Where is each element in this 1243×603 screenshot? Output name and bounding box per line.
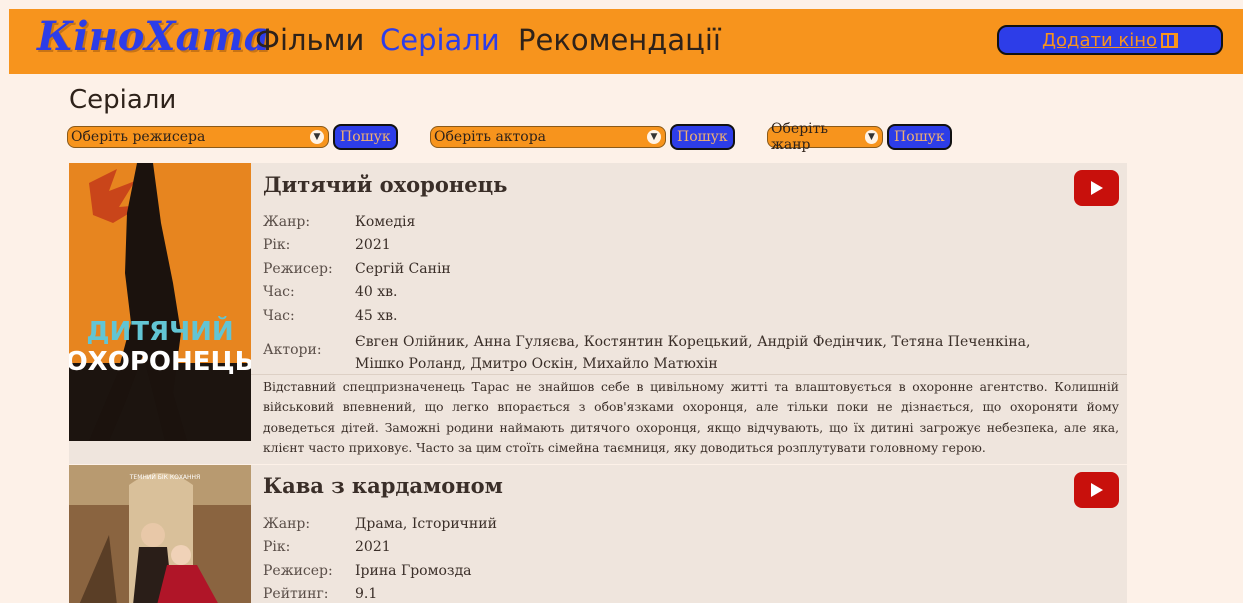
series-title[interactable]: Кава з кардамоном [263, 473, 503, 498]
chevron-down-icon: ▼ [310, 130, 324, 144]
chevron-down-icon: ▼ [864, 130, 878, 144]
director-filter: Оберіть режисера ▼ Пошук [67, 124, 398, 150]
genre-select-value: Оберіть жанр [771, 121, 828, 153]
series-poster[interactable]: ТЕМНИЙ БІК КОХАННЯ [69, 465, 251, 603]
genre-filter: Оберіть жанр ▼ Пошук [767, 121, 952, 153]
actor-filter: Оберіть актора ▼ Пошук [430, 124, 735, 150]
poster-title-line-1: ДИТЯЧИЙ [86, 315, 233, 347]
field-genre: Жанр: Комедія [263, 214, 416, 230]
poster-title-line-2: ОХОРОНЕЦЬ [69, 347, 251, 377]
youtube-play-icon[interactable] [1074, 472, 1119, 508]
site-logo[interactable]: КіноХата [37, 13, 270, 60]
series-card: ТЕМНИЙ БІК КОХАННЯ Кава з кардамоном Жан… [69, 465, 1127, 603]
chevron-down-icon: ▼ [647, 130, 661, 144]
field-genre: Жанр: Драма, Історичний [263, 516, 497, 532]
director-select[interactable]: Оберіть режисера ▼ [67, 126, 329, 148]
divider [251, 374, 1127, 375]
genre-search-button[interactable]: Пошук [887, 124, 952, 150]
field-year: Рік: 2021 [263, 539, 391, 555]
director-search-button[interactable]: Пошук [333, 124, 398, 150]
field-director: Режисер: Сергій Санін [263, 261, 451, 277]
genre-select[interactable]: Оберіть жанр ▼ [767, 121, 883, 153]
add-movie-label: Додати кіно [1041, 29, 1158, 51]
nav-films[interactable]: Фільми [255, 23, 364, 57]
top-navbar: КіноХата Фільми Серіали Рекомендації Дод… [9, 9, 1243, 74]
film-icon [1161, 32, 1179, 48]
field-director: Режисер: Ірина Громозда [263, 563, 472, 579]
field-duration: Час: 45 хв. [263, 308, 398, 324]
add-movie-button[interactable]: Додати кіно [997, 25, 1223, 55]
series-poster[interactable]: ДИТЯЧИЙ ОХОРОНЕЦЬ [69, 163, 251, 441]
nav-recommendations[interactable]: Рекомендації [518, 23, 721, 57]
field-rating: Рейтинг: 9.1 [263, 586, 378, 602]
series-title[interactable]: Дитячий охоронець [263, 172, 507, 197]
nav-series[interactable]: Серіали [380, 23, 500, 57]
actor-select-value: Оберіть актора [434, 129, 547, 145]
page-title: Серіали [69, 85, 177, 115]
poster-tagline: ТЕМНИЙ БІК КОХАННЯ [129, 474, 200, 481]
field-duration: Час: 40 хв. [263, 284, 398, 300]
field-actors: Актори: Євген Олійник, Анна Гуляєва, Кос… [263, 334, 1031, 372]
series-card: ДИТЯЧИЙ ОХОРОНЕЦЬ Дитячий охоронець Жанр… [69, 163, 1127, 464]
actor-select[interactable]: Оберіть актора ▼ [430, 126, 666, 148]
director-select-value: Оберіть режисера [71, 129, 206, 145]
actor-search-button[interactable]: Пошук [670, 124, 735, 150]
youtube-play-icon[interactable] [1074, 170, 1119, 206]
field-year: Рік: 2021 [263, 237, 391, 253]
series-description: Відставний спецпризначенець Тарас не зна… [263, 380, 1119, 456]
